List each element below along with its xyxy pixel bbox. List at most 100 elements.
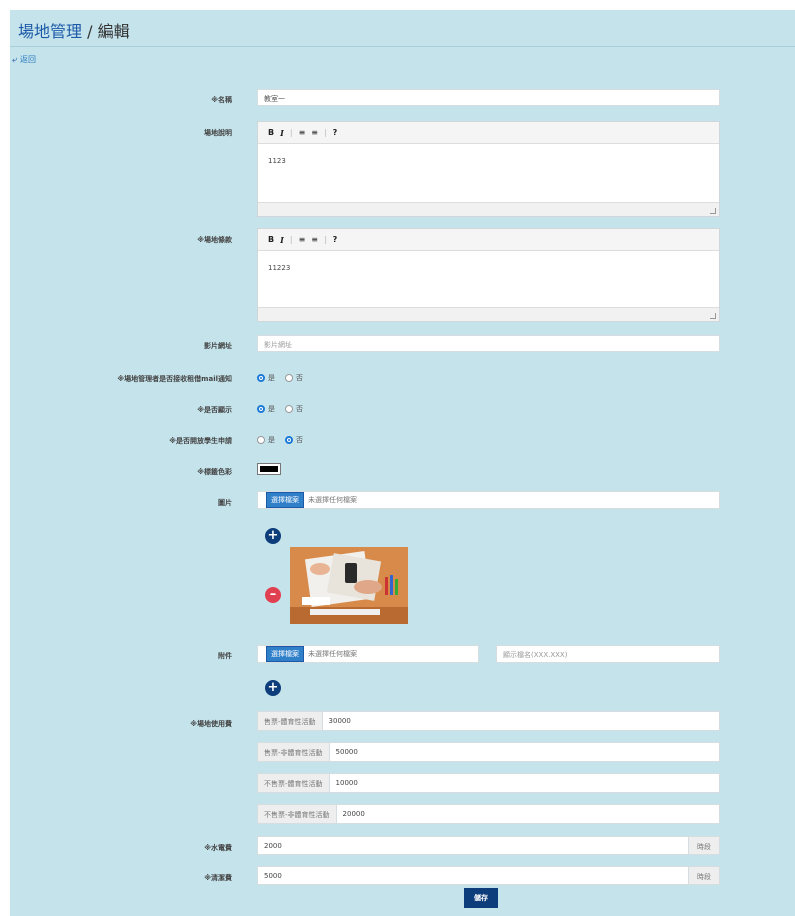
radio-unchecked-icon[interactable] (285, 405, 293, 413)
divider: | (289, 235, 293, 244)
cleaning-row: 5000 時段 (257, 866, 720, 885)
resize-grip-icon[interactable] (710, 313, 716, 319)
attachment-choose-file-button[interactable]: 選擇檔案 (266, 646, 304, 662)
fee-tag: 不售票-體育性活動 (257, 773, 330, 793)
uploaded-image-thumbnail (290, 547, 408, 624)
radio-checked-icon[interactable] (257, 374, 265, 382)
tag-color-label: ※標籤色彩 (197, 468, 232, 476)
radio-label: 否 (296, 405, 303, 413)
ordered-list-icon[interactable]: ≡ (299, 128, 306, 137)
radio-checked-icon[interactable] (257, 405, 265, 413)
bold-icon[interactable]: B (268, 128, 274, 137)
attachment-file-status: 未選擇任何檔案 (308, 650, 357, 658)
attachment-file-input[interactable]: 選擇檔案 未選擇任何檔案 (257, 645, 479, 663)
video-label: 影片網址 (204, 342, 232, 350)
page-title: 場地管理 / 編輯 (18, 18, 130, 42)
terms-label: ※場地條款 (197, 236, 232, 244)
mail-notify-yes[interactable]: 是 (257, 373, 275, 383)
name-label: ※名稱 (211, 96, 232, 104)
mail-notify-radio-group: 是 否 (257, 373, 303, 383)
display-yes[interactable]: 是 (257, 404, 275, 414)
add-attachment-icon[interactable]: + (265, 680, 281, 696)
fee-input[interactable]: 50000 (329, 742, 720, 762)
image-choose-file-button[interactable]: 選擇檔案 (266, 492, 304, 508)
display-no[interactable]: 否 (285, 404, 303, 414)
terms-toolbar: B I | ≡ ≡ | ? (258, 229, 719, 251)
utilities-label: ※水電費 (204, 844, 232, 852)
image-file-status: 未選擇任何檔案 (308, 496, 357, 504)
add-image-icon[interactable]: + (265, 528, 281, 544)
image-label: 圖片 (218, 499, 232, 507)
bullet-list-icon[interactable]: ≡ (311, 235, 318, 244)
help-icon[interactable]: ? (333, 235, 338, 244)
utilities-input[interactable]: 2000 (257, 836, 689, 855)
radio-unchecked-icon[interactable] (257, 436, 265, 444)
description-text[interactable]: 1123 (258, 145, 719, 203)
mail-notify-no[interactable]: 否 (285, 373, 303, 383)
italic-icon[interactable]: I (280, 128, 284, 138)
description-toolbar: B I | ≡ ≡ | ? (258, 122, 719, 144)
image-file-input[interactable]: 選擇檔案 未選擇任何檔案 (257, 491, 720, 509)
title-separator: / (82, 22, 98, 41)
color-fill (260, 466, 278, 472)
bold-icon[interactable]: B (268, 235, 274, 244)
back-link[interactable]: ⤶ 返回 (12, 54, 36, 65)
terms-text[interactable]: 11223 (258, 252, 719, 310)
save-button[interactable]: 儲存 (464, 888, 498, 908)
fee-tag: 不售票-非體育性活動 (257, 804, 337, 824)
fee-input[interactable]: 20000 (336, 804, 720, 824)
radio-label: 是 (268, 374, 275, 382)
resize-bar (258, 307, 719, 321)
mail-notify-label: ※場地管理者是否接收租借mail通知 (117, 375, 232, 383)
bullet-list-icon[interactable]: ≡ (311, 128, 318, 137)
radio-checked-icon[interactable] (285, 436, 293, 444)
page-header: 場地管理 / 編輯 (10, 10, 795, 47)
photo-illustration (290, 547, 408, 624)
terms-editor[interactable]: B I | ≡ ≡ | ? 11223 (257, 228, 720, 322)
radio-label: 是 (268, 436, 275, 444)
radio-label: 否 (296, 374, 303, 382)
radio-unchecked-icon[interactable] (285, 374, 293, 382)
cleaning-unit: 時段 (689, 866, 720, 885)
fee-tag: 售票-非體育性活動 (257, 742, 330, 762)
display-label: ※是否顯示 (197, 406, 232, 414)
fee-row: 不售票-體育性活動 10000 (257, 773, 720, 793)
student-apply-label: ※是否開放學生申請 (169, 437, 232, 445)
fee-row: 不售票-非體育性活動 20000 (257, 804, 720, 824)
resize-grip-icon[interactable] (710, 208, 716, 214)
back-arrow-icon: ⤶ (12, 54, 18, 65)
resize-bar (258, 202, 719, 216)
cleaning-label: ※清潔費 (204, 874, 232, 882)
student-apply-radio-group: 是 否 (257, 435, 303, 445)
divider: | (323, 235, 327, 244)
radio-label: 否 (296, 436, 303, 444)
description-editor[interactable]: B I | ≡ ≡ | ? 1123 (257, 121, 720, 217)
cleaning-input[interactable]: 5000 (257, 866, 689, 885)
description-label: 場地說明 (204, 129, 232, 137)
student-apply-yes[interactable]: 是 (257, 435, 275, 445)
divider: | (289, 128, 293, 137)
remove-image-icon[interactable]: – (265, 587, 281, 603)
tag-color-picker[interactable] (257, 463, 281, 475)
fee-tag: 售票-體育性活動 (257, 711, 323, 731)
display-radio-group: 是 否 (257, 404, 303, 414)
page-title-sub: 編輯 (97, 22, 130, 41)
video-url-input[interactable]: 影片網址 (257, 335, 720, 352)
fee-row: 售票-非體育性活動 50000 (257, 742, 720, 762)
fee-input[interactable]: 10000 (329, 773, 720, 793)
help-icon[interactable]: ? (333, 128, 338, 137)
attachment-label: 附件 (218, 652, 232, 660)
italic-icon[interactable]: I (280, 235, 284, 245)
utilities-unit: 時段 (689, 836, 720, 855)
divider: | (323, 128, 327, 137)
radio-label: 是 (268, 405, 275, 413)
fee-row: 售票-體育性活動 30000 (257, 711, 720, 731)
fee-input[interactable]: 30000 (322, 711, 720, 731)
name-input[interactable]: 教室一 (257, 89, 720, 106)
utilities-row: 2000 時段 (257, 836, 720, 855)
attachment-display-name-input[interactable]: 顯示檔名(XXX.XXX) (496, 645, 720, 663)
student-apply-no[interactable]: 否 (285, 435, 303, 445)
back-label: 返回 (20, 55, 37, 64)
usage-fee-label: ※場地使用費 (190, 720, 232, 728)
ordered-list-icon[interactable]: ≡ (299, 235, 306, 244)
